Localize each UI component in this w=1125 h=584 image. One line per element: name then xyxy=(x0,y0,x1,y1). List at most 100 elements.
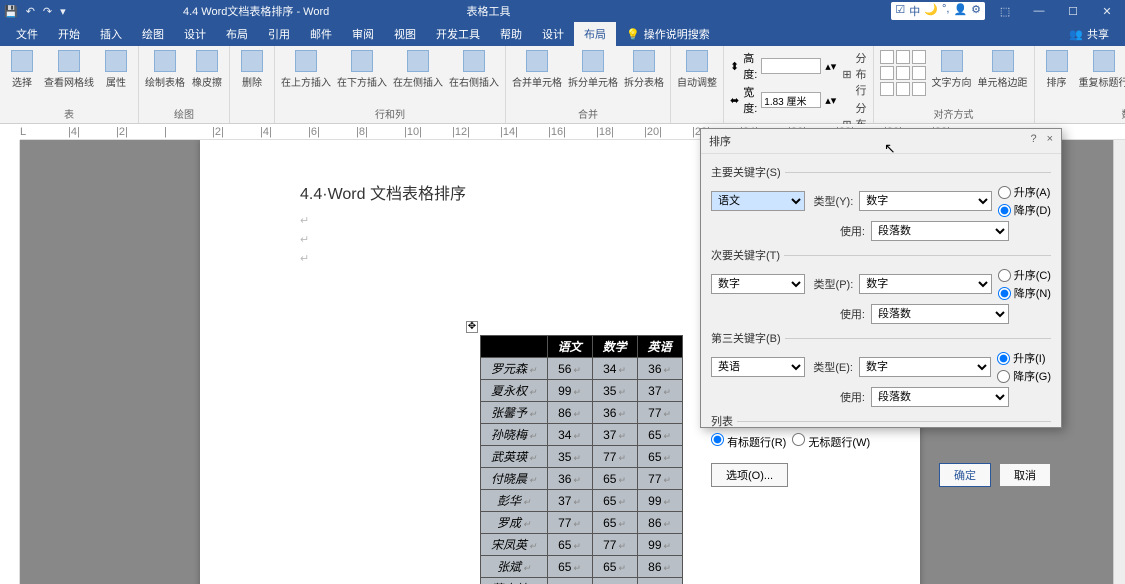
scrollbar-vertical[interactable] xyxy=(1113,140,1125,584)
redo-icon[interactable]: ↷ xyxy=(43,5,52,18)
key2-asc-radio[interactable]: 升序(C) xyxy=(998,267,1051,283)
close-icon[interactable]: ✕ xyxy=(1093,5,1121,18)
tab-table-design[interactable]: 设计 xyxy=(532,22,574,46)
tab-design[interactable]: 设计 xyxy=(174,22,216,46)
draw-table-button[interactable]: 绘制表格 xyxy=(145,50,185,89)
table-cell[interactable]: 34↵ xyxy=(547,578,592,584)
tab-home[interactable]: 开始 xyxy=(48,22,90,46)
table-cell[interactable]: 武英瑛↵ xyxy=(481,446,548,468)
insert-above-button[interactable]: 在上方插入 xyxy=(281,50,331,89)
table-row[interactable]: 孙晓梅↵34↵37↵65↵ xyxy=(481,424,683,446)
table-cell[interactable]: 34↵ xyxy=(637,578,682,584)
no-header-radio[interactable]: 无标题行(W) xyxy=(792,433,870,450)
repeat-header-button[interactable]: 重复标题行 xyxy=(1079,50,1125,89)
help-icon[interactable]: ? xyxy=(1030,133,1036,149)
table-row[interactable]: 张斌↵65↵65↵86↵ xyxy=(481,556,683,578)
tab-draw[interactable]: 绘图 xyxy=(132,22,174,46)
key2-field-select[interactable]: 数字 xyxy=(711,274,805,294)
table-cell[interactable]: 夏永权↵ xyxy=(481,380,548,402)
dialog-titlebar[interactable]: 排序 ? × xyxy=(701,129,1061,154)
table-row[interactable]: 董太林↵34↵65↵34↵ xyxy=(481,578,683,584)
tab-references[interactable]: 引用 xyxy=(258,22,300,46)
share-button[interactable]: 👥 共享 xyxy=(1059,26,1119,42)
key1-desc-radio[interactable]: 降序(D) xyxy=(998,202,1051,218)
table-cell[interactable]: 86↵ xyxy=(637,556,682,578)
split-table-button[interactable]: 拆分表格 xyxy=(624,50,664,89)
key1-use-select[interactable]: 段落数 xyxy=(871,221,1009,241)
table-cell[interactable]: 罗元森↵ xyxy=(481,358,548,380)
data-table[interactable]: 语文数学英语 罗元森↵56↵34↵36↵夏永权↵99↵35↵37↵张馨予↵86↵… xyxy=(480,335,683,584)
table-cell[interactable]: 77↵ xyxy=(637,468,682,490)
table-cell[interactable]: 99↵ xyxy=(637,534,682,556)
key2-use-select[interactable]: 段落数 xyxy=(871,304,1009,324)
cell-margins-button[interactable]: 单元格边距 xyxy=(978,50,1028,89)
table-row[interactable]: 张馨予↵86↵36↵77↵ xyxy=(481,402,683,424)
table-cell[interactable]: 77↵ xyxy=(547,512,592,534)
table-cell[interactable]: 86↵ xyxy=(547,402,592,424)
table-row[interactable]: 夏永权↵99↵35↵37↵ xyxy=(481,380,683,402)
table-cell[interactable]: 65↵ xyxy=(637,424,682,446)
table-row[interactable]: 罗成↵77↵65↵86↵ xyxy=(481,512,683,534)
table-header[interactable] xyxy=(481,336,548,358)
undo-icon[interactable]: ↶ xyxy=(26,5,35,18)
table-cell[interactable]: 65↵ xyxy=(547,534,592,556)
table-cell[interactable]: 孙晓梅↵ xyxy=(481,424,548,446)
insert-below-button[interactable]: 在下方插入 xyxy=(337,50,387,89)
table-row[interactable]: 付晓晨↵36↵65↵77↵ xyxy=(481,468,683,490)
ok-button[interactable]: 确定 xyxy=(939,463,991,487)
table-header[interactable]: 数学 xyxy=(592,336,637,358)
table-cell[interactable]: 37↵ xyxy=(637,380,682,402)
key1-field-select[interactable]: 语文 xyxy=(711,191,805,211)
height-input[interactable] xyxy=(761,58,821,74)
properties-button[interactable]: 属性 xyxy=(100,50,132,89)
minimize-icon[interactable]: — xyxy=(1025,5,1053,17)
table-cell[interactable]: 86↵ xyxy=(637,512,682,534)
key1-asc-radio[interactable]: 升序(A) xyxy=(998,184,1051,200)
key3-type-select[interactable]: 数字 xyxy=(859,357,991,377)
table-cell[interactable]: 65↵ xyxy=(637,446,682,468)
table-cell[interactable]: 36↵ xyxy=(592,402,637,424)
autofit-button[interactable]: 自动调整 xyxy=(677,50,717,89)
split-cells-button[interactable]: 拆分单元格 xyxy=(568,50,618,89)
header-row-radio[interactable]: 有标题行(R) xyxy=(711,433,786,450)
table-cell[interactable]: 65↵ xyxy=(547,556,592,578)
insert-right-button[interactable]: 在右侧插入 xyxy=(449,50,499,89)
table-cell[interactable]: 罗成↵ xyxy=(481,512,548,534)
table-cell[interactable]: 张馨予↵ xyxy=(481,402,548,424)
tab-review[interactable]: 审阅 xyxy=(342,22,384,46)
table-cell[interactable]: 董太林↵ xyxy=(481,578,548,584)
table-cell[interactable]: 34↵ xyxy=(592,358,637,380)
options-button[interactable]: 选项(O)... xyxy=(711,463,788,487)
table-cell[interactable]: 34↵ xyxy=(547,424,592,446)
gridlines-button[interactable]: 查看网格线 xyxy=(44,50,94,89)
table-cell[interactable]: 付晓晨↵ xyxy=(481,468,548,490)
key1-type-select[interactable]: 数字 xyxy=(859,191,991,211)
delete-button[interactable]: 删除 xyxy=(236,50,268,89)
insert-left-button[interactable]: 在左侧插入 xyxy=(393,50,443,89)
tab-insert[interactable]: 插入 xyxy=(90,22,132,46)
key3-field-select[interactable]: 英语 xyxy=(711,357,805,377)
cancel-button[interactable]: 取消 xyxy=(999,463,1051,487)
table-cell[interactable]: 彭华↵ xyxy=(481,490,548,512)
eraser-button[interactable]: 橡皮擦 xyxy=(191,50,223,89)
table-cell[interactable]: 张斌↵ xyxy=(481,556,548,578)
table-row[interactable]: 罗元森↵56↵34↵36↵ xyxy=(481,358,683,380)
tab-table-layout[interactable]: 布局 xyxy=(574,22,616,46)
table-cell[interactable]: 77↵ xyxy=(592,446,637,468)
table-cell[interactable]: 56↵ xyxy=(547,358,592,380)
width-input[interactable] xyxy=(761,92,821,108)
dialog-close-icon[interactable]: × xyxy=(1047,133,1053,149)
table-cell[interactable]: 36↵ xyxy=(547,468,592,490)
table-row[interactable]: 彭华↵37↵65↵99↵ xyxy=(481,490,683,512)
key3-asc-radio[interactable]: 升序(I) xyxy=(997,350,1051,366)
text-direction-button[interactable]: 文字方向 xyxy=(932,50,972,89)
select-button[interactable]: 选择 xyxy=(6,50,38,89)
table-cell[interactable]: 37↵ xyxy=(592,424,637,446)
table-cell[interactable]: 65↵ xyxy=(592,512,637,534)
maximize-icon[interactable]: ☐ xyxy=(1059,5,1087,18)
ruler-vertical[interactable] xyxy=(0,140,20,584)
table-row[interactable]: 武英瑛↵35↵77↵65↵ xyxy=(481,446,683,468)
table-header[interactable]: 英语 xyxy=(637,336,682,358)
table-cell[interactable]: 65↵ xyxy=(592,490,637,512)
tab-view[interactable]: 视图 xyxy=(384,22,426,46)
